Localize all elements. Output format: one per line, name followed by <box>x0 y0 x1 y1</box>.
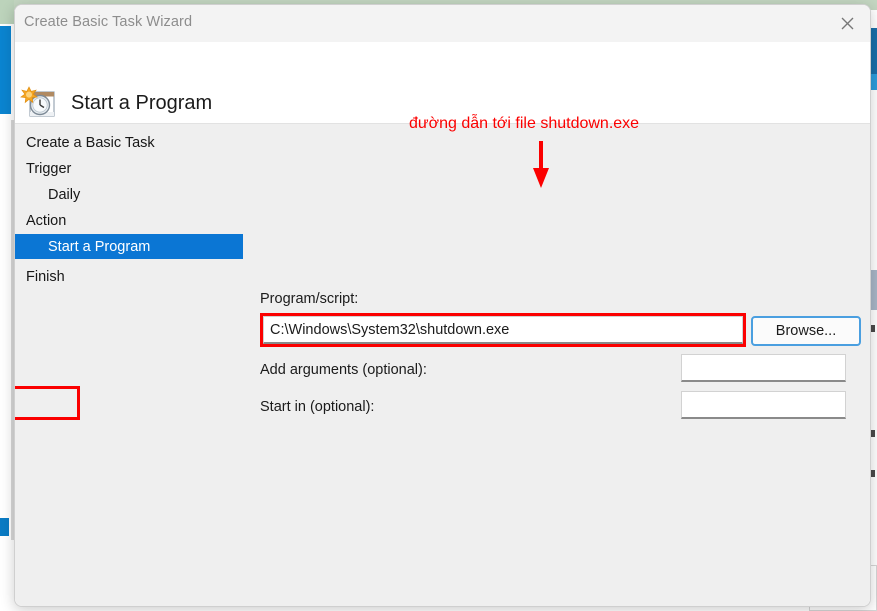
sidebar-item-label: Start a Program <box>48 238 151 255</box>
add-arguments-input[interactable] <box>681 354 846 382</box>
background-right-tick-2 <box>871 430 875 437</box>
background-blue-accent <box>0 26 11 114</box>
sidebar-item-trigger[interactable]: Trigger <box>15 156 243 181</box>
start-in-label: Start in (optional): <box>260 399 375 415</box>
sidebar-item-label: Trigger <box>26 160 72 177</box>
add-arguments-label: Add arguments (optional): <box>260 362 427 378</box>
sidebar-item-create-a-basic-task[interactable]: Create a Basic Task <box>15 130 243 155</box>
task-scheduler-clock-icon <box>18 82 62 126</box>
sidebar-item-start-a-program[interactable]: Start a Program <box>15 234 243 259</box>
sidebar-item-label: Finish <box>26 268 65 285</box>
sidebar-item-daily[interactable]: Daily <box>15 182 243 207</box>
create-basic-task-wizard-dialog: Create Basic Task Wizard Start a Program… <box>14 4 871 607</box>
program-script-label: Program/script: <box>260 291 359 307</box>
title-bar: Create Basic Task Wizard <box>15 5 870 42</box>
wizard-step-sidebar: Create a Basic Task Trigger Daily Action… <box>15 124 243 606</box>
close-icon <box>841 17 853 29</box>
browse-button[interactable]: Browse... <box>751 316 861 346</box>
down-arrow-icon <box>533 141 549 188</box>
close-button[interactable] <box>824 5 870 41</box>
background-blue-accent-lower <box>0 518 9 536</box>
sidebar-item-label: Create a Basic Task <box>26 134 155 151</box>
background-green-corner <box>0 0 14 24</box>
background-right-tick-1 <box>871 325 875 332</box>
dialog-content: Create a Basic Task Trigger Daily Action… <box>15 123 870 606</box>
dialog-header: Start a Program <box>15 42 870 123</box>
program-script-input[interactable] <box>263 316 743 344</box>
page-title: Start a Program <box>71 92 213 114</box>
background-right-tick-3 <box>871 470 875 477</box>
annotation-label: đường dẫn tới file shutdown.exe <box>409 115 640 132</box>
start-in-input[interactable] <box>681 391 846 419</box>
sidebar-item-label: Action <box>26 212 67 229</box>
sidebar-item-label: Daily <box>48 186 81 203</box>
sidebar-item-action[interactable]: Action <box>15 208 243 233</box>
window-title: Create Basic Task Wizard <box>24 14 193 30</box>
browse-button-label: Browse... <box>775 323 837 339</box>
sidebar-item-finish[interactable]: Finish <box>15 264 243 289</box>
